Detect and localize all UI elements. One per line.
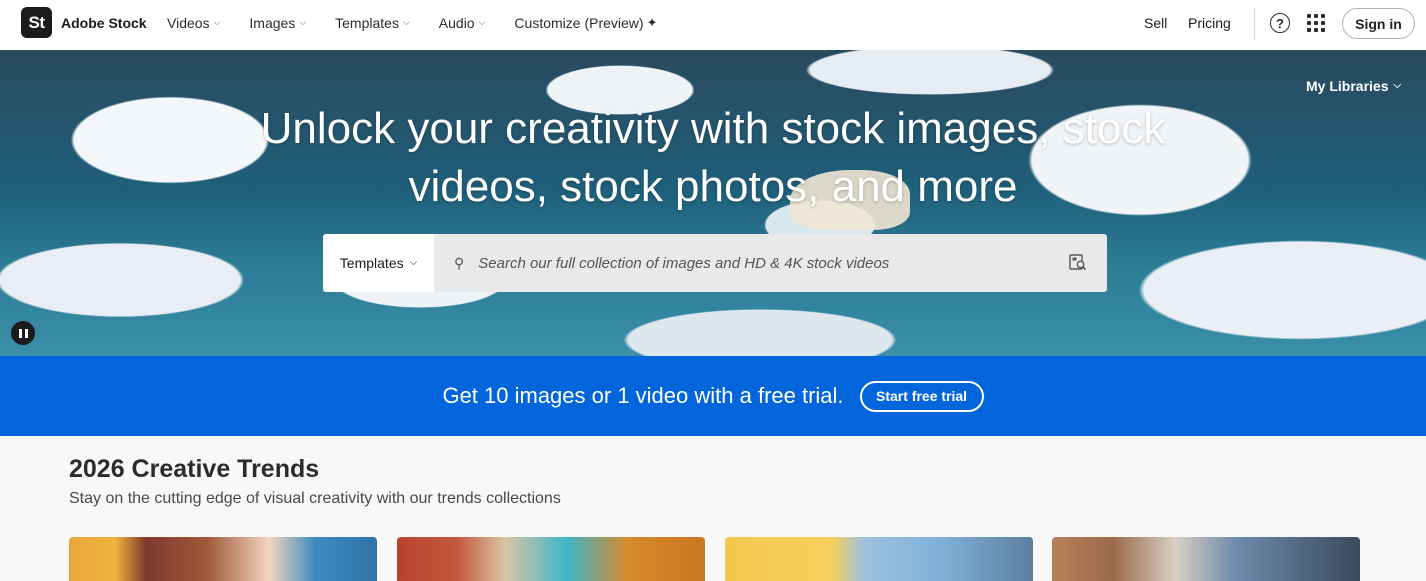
trend-card[interactable] <box>69 537 377 581</box>
nav-customize-label: Customize (Preview) <box>514 15 644 31</box>
hero-banner: Unlock your creativity with stock images… <box>0 50 1426 356</box>
pricing-link[interactable]: Pricing <box>1188 15 1231 31</box>
nav-audio[interactable]: Audio ⌵ <box>439 15 486 31</box>
sign-in-button[interactable]: Sign in <box>1342 8 1415 39</box>
trends-subtitle: Stay on the cutting edge of visual creat… <box>69 490 561 507</box>
chevron-down-icon: ⌵ <box>299 16 307 27</box>
trend-card[interactable] <box>1052 537 1360 581</box>
pause-video-button[interactable] <box>11 321 35 345</box>
apps-grid-icon[interactable] <box>1307 14 1325 32</box>
chevron-down-icon: ⌵ <box>478 16 486 27</box>
my-libraries-label: My Libraries <box>1306 78 1389 94</box>
help-icon[interactable]: ? <box>1270 13 1290 33</box>
my-libraries-button[interactable]: My Libraries ⌵ <box>1306 78 1401 94</box>
search-bar: Templates ⌵ ⚲ <box>323 234 1107 292</box>
visual-search-icon[interactable] <box>1069 253 1087 271</box>
nav-customize[interactable]: Customize (Preview) ✦ <box>514 15 657 31</box>
adobe-stock-logo[interactable]: St <box>21 7 52 38</box>
chevron-down-icon: ⌵ <box>213 16 221 27</box>
hero-title-line2: videos, stock photos, and more <box>408 162 1018 211</box>
nav-images[interactable]: Images ⌵ <box>249 15 306 31</box>
free-trial-banner: Get 10 images or 1 video with a free tri… <box>0 356 1426 436</box>
nav-videos-label: Videos <box>167 15 210 31</box>
nav-audio-label: Audio <box>438 15 475 31</box>
sell-link[interactable]: Sell <box>1144 15 1167 31</box>
search-icon: ⚲ <box>454 254 465 271</box>
nav-images-label: Images <box>249 15 296 31</box>
hero-title: Unlock your creativity with stock images… <box>0 100 1426 216</box>
chevron-down-icon: ⌵ <box>402 16 410 27</box>
logo-text: St <box>28 12 46 32</box>
hero-title-line1: Unlock your creativity with stock images… <box>260 104 1166 153</box>
search-field: ⚲ <box>434 234 1107 292</box>
brand-name[interactable]: Adobe Stock <box>61 15 147 31</box>
nav-divider <box>1254 8 1255 40</box>
free-trial-text: Get 10 images or 1 video with a free tri… <box>442 383 844 408</box>
search-type-dropdown[interactable]: Templates ⌵ <box>323 234 434 292</box>
start-free-trial-button[interactable]: Start free trial <box>859 380 984 412</box>
top-navigation-bar: St Adobe Stock Videos ⌵ Images ⌵ Templates… <box>0 0 1426 50</box>
trends-title: 2026 Creative Trends <box>69 455 320 483</box>
chevron-down-icon: ⌵ <box>1393 79 1402 91</box>
sparkle-icon: ✦ <box>646 15 658 30</box>
main-nav: Videos ⌵ Images ⌵ Templates ⌵ Audio ⌵ Custom… <box>167 15 686 31</box>
nav-videos[interactable]: Videos ⌵ <box>167 15 220 31</box>
trend-card[interactable] <box>725 537 1033 581</box>
nav-templates[interactable]: Templates ⌵ <box>335 15 410 31</box>
search-type-label: Templates <box>339 255 404 271</box>
search-input[interactable] <box>478 254 1039 272</box>
chevron-down-icon: ⌵ <box>409 256 418 268</box>
nav-templates-label: Templates <box>335 15 399 31</box>
trend-card[interactable] <box>397 537 705 581</box>
